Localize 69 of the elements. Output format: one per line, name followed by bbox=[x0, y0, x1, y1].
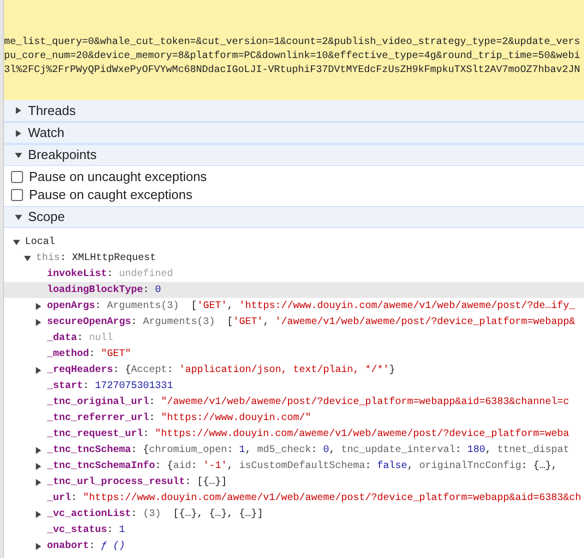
property-entry: loadingBlockType: 0 bbox=[47, 284, 162, 298]
expanded-triangle-icon[interactable] bbox=[13, 238, 20, 246]
url-text-line: me_list_query=0&whale_cut_token=&cut_version=1&count=2&publish_video_strategy_type=2&update_vers bbox=[4, 36, 582, 48]
tree-row[interactable]: _tnc_request_url: "https://www.douyin.com/aweme/v1/web/aweme/post/?device_platform=weba bbox=[4, 426, 584, 442]
collapsed-triangle-icon[interactable] bbox=[35, 318, 42, 326]
collapsed-triangle-icon[interactable] bbox=[35, 542, 42, 550]
property-entry: _reqHeaders: {Accept: 'application/json, text/plain, */*'} bbox=[47, 364, 396, 378]
collapsed-triangle-icon[interactable] bbox=[35, 446, 42, 454]
tree-row[interactable]: _url: "https://www.douyin.com/aweme/v1/web/aweme/post/?device_platform=webapp&aid=6383&ch bbox=[4, 490, 584, 506]
property-entry: _tnc_tncSchema: {chromium_open: 1, md5_check: 0, tnc_update_interval: 180, ttnet_dispat bbox=[47, 444, 570, 458]
url-text-line: pu_core_num=20&device_memory=8&platform=PC&downlink=10&effective_type=4g&round_trip_time=50&webi bbox=[4, 50, 582, 62]
scope-label: Local bbox=[25, 236, 56, 250]
property-entry: this: XMLHttpRequest bbox=[36, 252, 156, 266]
expanded-triangle-icon[interactable] bbox=[15, 152, 22, 158]
section-title: Breakpoints bbox=[28, 146, 97, 164]
tree-row[interactable]: _tnc_referrer_url: "https://www.douyin.com/" bbox=[4, 410, 584, 426]
property-entry: _tnc_request_url: "https://www.douyin.com/aweme/v1/web/aweme/post/?device_platform=weba bbox=[47, 428, 570, 442]
checkbox[interactable] bbox=[11, 189, 23, 201]
property-entry: _tnc_url_process_result: [{…}] bbox=[47, 476, 228, 490]
section-title: Threads bbox=[28, 102, 76, 120]
section-title: Watch bbox=[28, 124, 64, 142]
collapsed-triangle-icon[interactable] bbox=[15, 130, 22, 136]
property-entry: secureOpenArgs: Arguments(3) ['GET', '/aweme/v1/web/aweme/post/?device_platform=webapp& bbox=[47, 316, 576, 330]
tree-row[interactable]: _tnc_url_process_result: [{…}] bbox=[4, 474, 584, 490]
property-entry: openArgs: Arguments(3) ['GET', 'https://www.douyin.com/aweme/v1/web/aweme/post/?de…ify_ bbox=[47, 300, 576, 314]
property-entry: _tnc_referrer_url: "https://www.douyin.com/" bbox=[47, 412, 312, 426]
section-header[interactable]: Breakpoints bbox=[4, 144, 584, 166]
tree-row[interactable]: invokeList: undefined bbox=[4, 266, 584, 282]
tree-row[interactable]: secureOpenArgs: Arguments(3) ['GET', '/aweme/v1/web/aweme/post/?device_platform=webapp& bbox=[4, 314, 584, 330]
tree-row[interactable]: _vc_actionList: (3) [{…}, {…}, {…}] bbox=[4, 506, 584, 522]
tree-row[interactable]: _tnc_original_url: "/aweme/v1/web/aweme/post/?device_platform=webapp&aid=6383&channel=c bbox=[4, 394, 584, 410]
tree-row[interactable]: _reqHeaders: {Accept: 'application/json, text/plain, */*'} bbox=[4, 362, 584, 378]
tree-row[interactable]: _tnc_tncSchemaInfo: {aid: '-1', isCustomDefaultSchema: false, originalTncConfig: {…}, bbox=[4, 458, 584, 474]
tree-row[interactable]: Local bbox=[4, 234, 584, 250]
checkbox[interactable] bbox=[11, 171, 23, 183]
tree-row[interactable]: _data: null bbox=[4, 330, 584, 346]
collapsed-triangle-icon[interactable] bbox=[15, 107, 22, 114]
tree-row[interactable]: _tnc_tncSchema: {chromium_open: 1, md5_check: 0, tnc_update_interval: 180, ttnet_dispat bbox=[4, 442, 584, 458]
property-entry: _method: "GET" bbox=[47, 348, 132, 362]
property-entry: onabort: ƒ () bbox=[47, 540, 126, 554]
property-entry: invokeList: undefined bbox=[47, 268, 174, 282]
expanded-triangle-icon[interactable] bbox=[15, 214, 22, 220]
tree-row[interactable]: _start: 1727075301331 bbox=[4, 378, 584, 394]
section-header[interactable]: Scope bbox=[4, 206, 584, 228]
property-entry: _url: "https://www.douyin.com/aweme/v1/web/aweme/post/?device_platform=webapp&aid=6383&ch bbox=[47, 492, 582, 506]
section-title: Scope bbox=[28, 208, 65, 226]
tree-row[interactable]: this: XMLHttpRequest bbox=[4, 250, 584, 266]
property-entry: _vc_status: 1 bbox=[47, 524, 126, 538]
tree-row[interactable]: openArgs: Arguments(3) ['GET', 'https://www.douyin.com/aweme/v1/web/aweme/post/?de…ify_ bbox=[4, 298, 584, 314]
property-entry: _vc_actionList: (3) [{…}, {…}, {…}] bbox=[47, 508, 264, 522]
checkbox-option[interactable]: Pause on caught exceptions bbox=[4, 186, 584, 204]
property-entry: _data: null bbox=[47, 332, 114, 346]
collapsed-triangle-icon[interactable] bbox=[35, 510, 42, 518]
tree-row[interactable]: _method: "GET" bbox=[4, 346, 584, 362]
expanded-triangle-icon[interactable] bbox=[24, 254, 31, 262]
checkbox-option[interactable]: Pause on uncaught exceptions bbox=[4, 168, 584, 186]
collapsed-triangle-icon[interactable] bbox=[35, 366, 42, 374]
url-text-line: 3l%2FCj%2FrPWyQPidWxePyOFVYwMc68NDdacIGoLJI-VRtuphiF37DVtMYEdcFzUsZH9kFmpkuTXSlt2AV7moOZ7hbav2JN bbox=[4, 64, 582, 76]
collapsed-triangle-icon[interactable] bbox=[35, 462, 42, 470]
tree-row[interactable]: onabort: ƒ () bbox=[4, 538, 584, 554]
property-entry: _start: 1727075301331 bbox=[47, 380, 174, 394]
tree-row[interactable]: loadingBlockType: 0 bbox=[4, 282, 584, 298]
property-entry: _tnc_tncSchemaInfo: {aid: '-1', isCustomDefaultSchema: false, originalTncConfig: {…}, bbox=[47, 460, 558, 474]
collapsed-triangle-icon[interactable] bbox=[35, 302, 42, 310]
collapsed-triangle-icon[interactable] bbox=[35, 478, 42, 486]
tree-row[interactable]: _vc_status: 1 bbox=[4, 522, 584, 538]
property-entry: _tnc_original_url: "/aweme/v1/web/aweme/post/?device_platform=webapp&aid=6383&channel=c bbox=[47, 396, 570, 410]
section-header[interactable]: Watch bbox=[4, 122, 584, 144]
section-header[interactable]: Threads bbox=[4, 100, 584, 122]
